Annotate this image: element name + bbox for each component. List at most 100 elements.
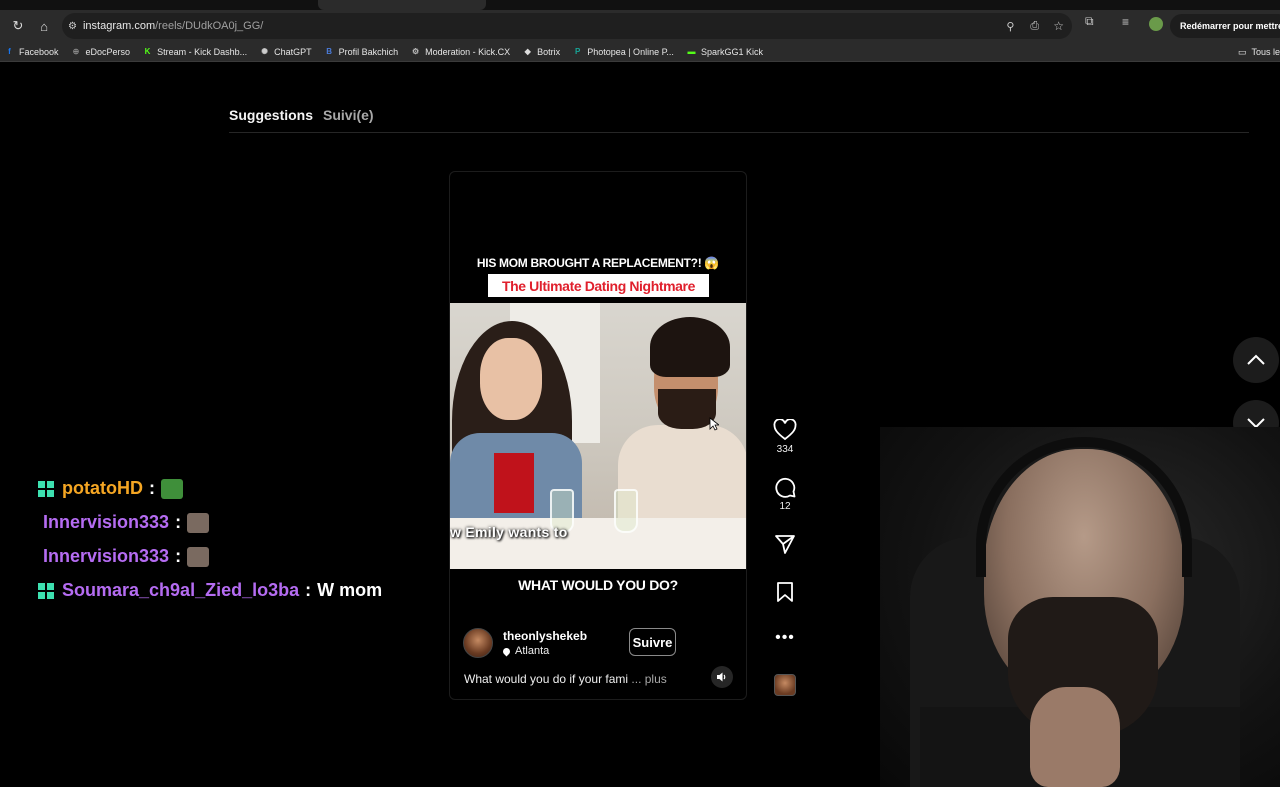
audio-thumbnail[interactable] [770, 674, 800, 696]
reel-description[interactable]: What would you do if your fami ... plus [464, 672, 667, 686]
bookmark-favicon-icon: ✺ [261, 47, 268, 56]
like-action[interactable]: 334 [770, 419, 800, 455]
more-options[interactable]: ••• [770, 629, 800, 647]
instagram-reels-page: Suggestions Suivi(e) HIS MOM BROUGHT A R… [0, 67, 1280, 787]
chat-username: Soumara_ch9al_Zied_lo3ba [62, 580, 300, 600]
more-horizontal-icon[interactable]: ••• [775, 629, 795, 647]
chat-separator: : [305, 580, 312, 600]
install-icon[interactable]: ⎙ [1030, 20, 1039, 33]
comment-icon[interactable] [773, 476, 797, 498]
chat-emote-icon [187, 546, 210, 567]
bookmark-star-icon[interactable]: ☆ [1053, 19, 1064, 33]
bookmark-label: Stream - Kick Dashb... [157, 46, 248, 57]
bookmark-label: ChatGPT [274, 46, 312, 57]
bookmark-item[interactable]: K Stream - Kick Dashb... [142, 46, 247, 57]
active-browser-tab[interactable] [318, 0, 486, 10]
save-action[interactable] [770, 581, 800, 603]
home-icon[interactable]: ⌂ [31, 13, 57, 39]
bookmark-item[interactable]: ⊕ eDocPerso [71, 46, 131, 57]
author-name[interactable]: theonlyshekeb [503, 629, 587, 643]
bookmark-favicon-icon: P [575, 47, 581, 56]
extensions-icon[interactable]: ⧉ [1085, 14, 1094, 29]
chat-badge-icon [38, 582, 54, 599]
all-bookmarks[interactable]: ▭ Tous le [1238, 42, 1280, 62]
location-pin-icon [501, 646, 512, 656]
bookmark-favicon-icon: B [326, 47, 332, 56]
url-text: instagram.com/reels/DUdkOA0j_GG/ [82, 20, 264, 32]
previous-reel-button[interactable] [1233, 337, 1279, 383]
mouse-cursor-icon [709, 417, 719, 431]
chat-badge-icon [38, 480, 54, 497]
restart-update-button[interactable]: Redémarrer pour mettre à [1170, 14, 1280, 38]
share-action[interactable] [770, 533, 800, 555]
bookmark-label: eDocPerso [85, 46, 131, 57]
bookmark-item[interactable]: f Facebook [4, 46, 59, 57]
chat-emote-icon [160, 478, 183, 499]
reel-question: WHAT WOULD YOU DO? [518, 577, 678, 593]
bookmark-item[interactable]: ⚙ Moderation - Kick.CX [410, 46, 510, 57]
bookmark-item[interactable]: ◆ Botrix [522, 46, 561, 57]
address-bar[interactable]: ⚙ instagram.com/reels/DUdkOA0j_GG/ ⚲ ⎙ ☆ [62, 13, 1072, 39]
chat-emote-icon [187, 512, 210, 533]
heart-icon[interactable] [773, 419, 797, 441]
send-icon[interactable] [774, 533, 796, 555]
browser-toolbar: ↻ ⌂ ⚙ instagram.com/reels/DUdkOA0j_GG/ ⚲… [0, 10, 1280, 42]
chat-username: Innervision333 [43, 512, 170, 532]
zoom-icon[interactable]: ⚲ [1006, 20, 1014, 33]
author-avatar[interactable] [463, 628, 493, 658]
speaker-icon [717, 672, 726, 682]
video-frame[interactable]: w Emily wants to [450, 303, 746, 569]
reel-subhead: The Ultimate Dating Nightmare [502, 277, 695, 294]
chat-message: potatoHD: [38, 478, 183, 499]
sound-toggle[interactable] [711, 666, 733, 688]
browser-tab-strip [0, 0, 1280, 10]
bookmark-favicon-icon: ⚙ [412, 47, 420, 56]
chat-message: Soumara_ch9al_Zied_lo3ba: W mom [38, 580, 382, 601]
audio-avatar[interactable] [774, 674, 796, 696]
bookmark-item[interactable]: ✺ ChatGPT [259, 46, 312, 57]
author-row: theonlyshekeb Atlanta Suivre [463, 627, 733, 659]
reel-headline: HIS MOM BROUGHT A REPLACEMENT?! 😱 [476, 256, 720, 270]
bookmark-label: Facebook [19, 46, 59, 57]
woman-face [480, 338, 542, 420]
reel-video[interactable]: HIS MOM BROUGHT A REPLACEMENT?! 😱 The Ul… [449, 171, 747, 700]
bookmark-item[interactable]: B Profil Bakchich [324, 46, 398, 57]
video-caption: w Emily wants to [450, 524, 568, 540]
feed-tabs: Suggestions Suivi(e) [229, 107, 374, 123]
follow-button[interactable]: Suivre [629, 628, 676, 656]
reload-icon[interactable]: ↻ [5, 13, 31, 39]
man-hair [650, 317, 730, 377]
bookmark-favicon-icon: f [8, 47, 11, 56]
chat-message: Innervision333: [43, 546, 210, 567]
bookmark-label: SparkGG1 Kick [700, 46, 763, 57]
bookmark-label: Photopea | Online P... [587, 46, 674, 57]
bookmark-favicon-icon: K [144, 47, 151, 56]
bookmark-item[interactable]: P Photopea | Online P... [572, 46, 674, 57]
chat-username: Innervision333 [43, 546, 170, 566]
site-info-icon[interactable]: ⚙ [68, 21, 77, 32]
chat-separator: : [175, 512, 182, 532]
reel-subhead-box: The Ultimate Dating Nightmare [488, 274, 709, 297]
streamer-webcam [880, 427, 1280, 787]
bookmark-favicon-icon: ◆ [524, 47, 531, 56]
author-location[interactable]: Atlanta [501, 645, 587, 657]
profile-avatar[interactable] [1149, 17, 1163, 31]
tab-following[interactable]: Suivi(e) [323, 107, 374, 123]
bookmark-icon[interactable] [775, 581, 795, 603]
bookmark-label: Botrix [537, 46, 561, 57]
media-control-icon[interactable]: ≡ [1122, 15, 1129, 29]
like-count: 334 [776, 444, 794, 455]
more-link[interactable]: ... plus [631, 672, 666, 686]
chat-separator: : [148, 478, 155, 498]
tabs-divider [229, 132, 1249, 133]
comment-count: 12 [779, 501, 791, 512]
bookmark-label: Moderation - Kick.CX [425, 46, 511, 57]
bookmark-item[interactable]: ▬ SparkGG1 Kick [686, 46, 763, 57]
bookmark-favicon-icon: ▬ [687, 47, 696, 56]
man-beard [658, 389, 716, 429]
tab-suggestions[interactable]: Suggestions [229, 107, 313, 123]
chevron-up-icon [1247, 354, 1265, 365]
folder-icon: ▭ [1237, 46, 1247, 57]
chat-username: potatoHD [62, 478, 143, 498]
comment-action[interactable]: 12 [770, 476, 800, 512]
